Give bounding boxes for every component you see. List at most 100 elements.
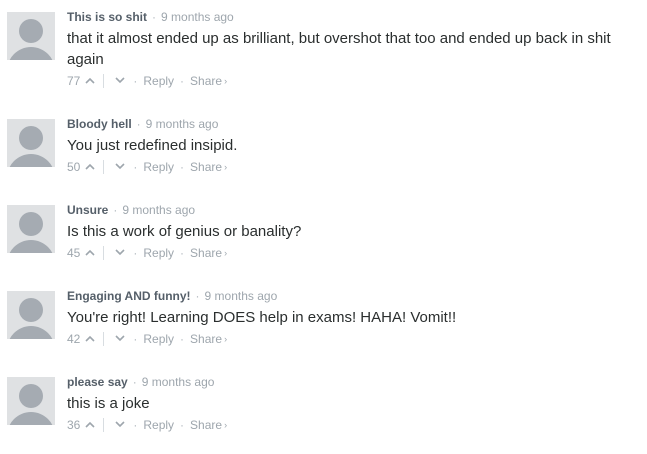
comment-header: please say · 9 months ago <box>67 373 637 391</box>
reply-link[interactable]: Reply <box>143 416 174 434</box>
downvote-button[interactable] <box>113 74 127 88</box>
comment-timestamp[interactable]: 9 months ago <box>122 203 195 217</box>
upvote-button[interactable] <box>83 160 97 174</box>
vote-count: 36 <box>67 418 81 432</box>
comment-timestamp[interactable]: 9 months ago <box>146 117 219 131</box>
upvote-button[interactable] <box>83 332 97 346</box>
vote-divider <box>103 418 105 432</box>
header-bullet: · <box>195 289 200 303</box>
comment-author[interactable]: please say <box>67 375 128 389</box>
chevron-up-icon <box>85 77 95 84</box>
footer-bullet: · <box>180 160 185 174</box>
chevron-right-icon: › <box>224 162 228 172</box>
comment-body: Engaging AND funny! · 9 months ago You're … <box>67 287 637 348</box>
downvote-button[interactable] <box>113 332 127 346</box>
upvote-button[interactable] <box>83 246 97 260</box>
vote-count: 45 <box>67 246 81 260</box>
comment-footer: 42 · Reply · Share › <box>67 330 637 348</box>
comment-footer: 45 · Reply · Share › <box>67 244 637 262</box>
comment-body: please say · 9 months ago this is a joke 3… <box>67 373 637 434</box>
chevron-down-icon <box>115 77 125 84</box>
vote-count: 42 <box>67 332 81 346</box>
avatar[interactable] <box>7 291 55 339</box>
chevron-right-icon: › <box>224 76 228 86</box>
chevron-right-icon: › <box>224 420 228 430</box>
comment-body: Bloody hell · 9 months ago You just redefi… <box>67 115 637 176</box>
comment-message: You just redefined insipid. <box>67 137 238 154</box>
avatar-shoulders-shape <box>7 240 55 253</box>
comment-author[interactable]: This is so shit <box>67 10 147 24</box>
share-link[interactable]: Share <box>190 416 222 434</box>
footer-bullet: · <box>133 246 138 260</box>
comment-footer: 77 · Reply · Share › <box>67 72 637 90</box>
comment-message: Is this a work of genius or banality? <box>67 223 302 240</box>
comment-author[interactable]: Unsure <box>67 203 108 217</box>
reply-link[interactable]: Reply <box>143 72 174 90</box>
header-bullet: · <box>113 203 118 217</box>
reply-link[interactable]: Reply <box>143 158 174 176</box>
chevron-down-icon <box>115 163 125 170</box>
footer-bullet: · <box>133 74 138 88</box>
share-link[interactable]: Share <box>190 158 222 176</box>
vote-divider <box>103 160 105 174</box>
vote-divider <box>103 74 105 88</box>
share-link[interactable]: Share <box>190 72 222 90</box>
downvote-button[interactable] <box>113 246 127 260</box>
reply-link[interactable]: Reply <box>143 244 174 262</box>
comment-header: Bloody hell · 9 months ago <box>67 115 637 133</box>
comment-header: Unsure · 9 months ago <box>67 201 637 219</box>
avatar-shoulders-shape <box>7 154 55 167</box>
comment-header: Engaging AND funny! · 9 months ago <box>67 287 637 305</box>
avatar-shoulders-shape <box>7 326 55 339</box>
chevron-up-icon <box>85 249 95 256</box>
avatar[interactable] <box>7 377 55 425</box>
chevron-down-icon <box>115 421 125 428</box>
vote-count: 50 <box>67 160 81 174</box>
chevron-down-icon <box>115 335 125 342</box>
avatar-shoulders-shape <box>7 47 55 60</box>
comment-message: You're right! Learning DOES help in exam… <box>67 309 457 326</box>
header-bullet: · <box>152 10 157 24</box>
footer-bullet: · <box>180 246 185 260</box>
footer-bullet: · <box>133 418 138 432</box>
avatar-head-shape <box>19 298 43 322</box>
avatar-head-shape <box>19 19 43 43</box>
vote-divider <box>103 246 105 260</box>
footer-bullet: · <box>180 74 185 88</box>
chevron-up-icon <box>85 421 95 428</box>
upvote-button[interactable] <box>83 418 97 432</box>
downvote-button[interactable] <box>113 418 127 432</box>
footer-bullet: · <box>133 332 138 346</box>
vote-divider <box>103 332 105 346</box>
comment-timestamp[interactable]: 9 months ago <box>205 289 278 303</box>
avatar-shoulders-shape <box>7 412 55 425</box>
header-bullet: · <box>132 375 137 389</box>
share-link[interactable]: Share <box>190 244 222 262</box>
chevron-right-icon: › <box>224 334 228 344</box>
chevron-down-icon <box>115 249 125 256</box>
avatar[interactable] <box>7 205 55 253</box>
chevron-up-icon <box>85 163 95 170</box>
avatar[interactable] <box>7 119 55 167</box>
upvote-button[interactable] <box>83 74 97 88</box>
avatar[interactable] <box>7 12 55 60</box>
comment-body: Unsure · 9 months ago Is this a work of ge… <box>67 201 637 262</box>
comment-footer: 36 · Reply · Share › <box>67 416 637 434</box>
reply-link[interactable]: Reply <box>143 330 174 348</box>
comment-message: that it almost ended up as brilliant, bu… <box>67 30 611 68</box>
comment-timestamp[interactable]: 9 months ago <box>142 375 215 389</box>
header-bullet: · <box>136 117 141 131</box>
comment-author[interactable]: Bloody hell <box>67 117 132 131</box>
comment-timestamp[interactable]: 9 months ago <box>161 10 234 24</box>
comment-header: This is so shit · 9 months ago <box>67 8 637 26</box>
avatar-head-shape <box>19 384 43 408</box>
avatar-head-shape <box>19 212 43 236</box>
share-link[interactable]: Share <box>190 330 222 348</box>
comment-author[interactable]: Engaging AND funny! <box>67 289 191 303</box>
comment-message: this is a joke <box>67 395 150 412</box>
chevron-right-icon: › <box>224 248 228 258</box>
downvote-button[interactable] <box>113 160 127 174</box>
footer-bullet: · <box>180 418 185 432</box>
vote-count: 77 <box>67 74 81 88</box>
footer-bullet: · <box>180 332 185 346</box>
